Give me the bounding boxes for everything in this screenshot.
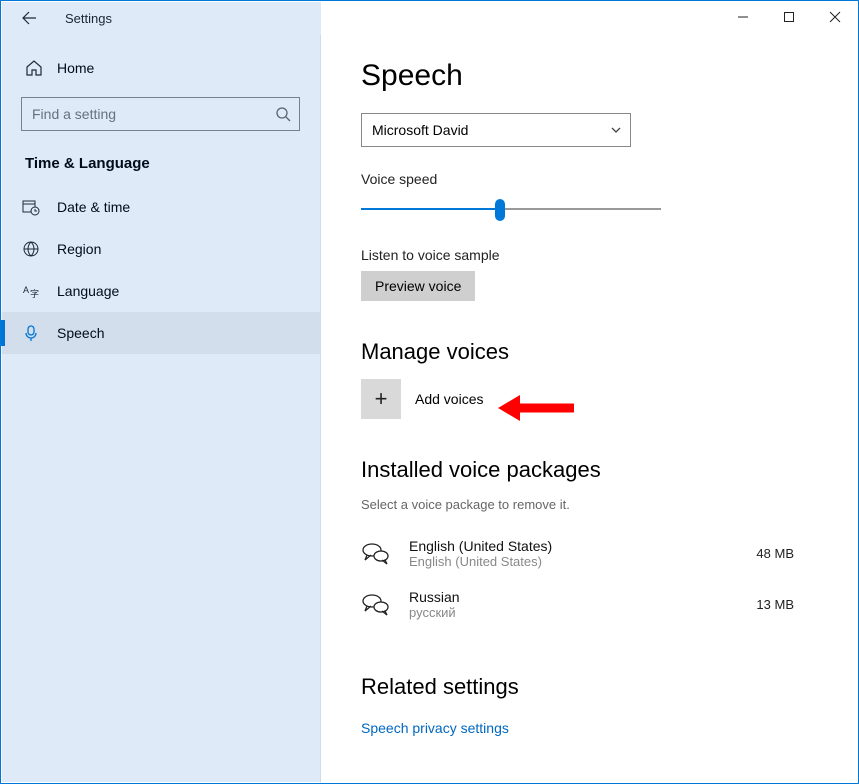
voice-speed-slider[interactable] [361,195,661,223]
search-input[interactable] [30,105,275,123]
package-native-name: English (United States) [409,554,740,569]
package-size: 48 MB [756,546,818,561]
add-voices-button[interactable]: + Add voices [361,379,818,419]
voice-package-row[interactable]: English (United States) English (United … [361,528,818,579]
package-name: English (United States) [409,538,740,554]
page-heading: Speech [361,59,818,93]
chevron-down-icon [610,124,622,136]
back-button[interactable] [13,2,45,34]
package-native-name: русский [409,605,740,620]
minimize-button[interactable] [720,1,766,33]
category-heading: Time & Language [21,149,300,186]
calendar-clock-icon [21,198,41,216]
plus-icon: + [361,379,401,419]
voice-dropdown[interactable]: Microsoft David [361,113,631,147]
svg-text:A: A [23,285,29,295]
speech-privacy-link[interactable]: Speech privacy settings [361,720,509,736]
installed-packages-heading: Installed voice packages [361,457,818,483]
listen-label: Listen to voice sample [361,247,818,263]
maximize-icon [783,11,795,23]
microphone-icon [21,324,41,342]
voice-dropdown-value: Microsoft David [372,122,468,138]
package-names: English (United States) English (United … [409,538,740,569]
sidebar-item-speech[interactable]: Speech [1,312,320,354]
home-label: Home [57,60,94,76]
package-names: Russian русский [409,589,740,620]
slider-thumb[interactable] [495,199,505,221]
settings-window: Settings Home T [0,0,859,784]
home-nav[interactable]: Home [21,49,300,87]
window-title: Settings [65,11,112,26]
sidebar-item-language[interactable]: A字 Language [1,270,320,312]
sidebar-item-region[interactable]: Region [1,228,320,270]
package-size: 13 MB [756,597,818,612]
minimize-icon [737,11,749,23]
voice-speed-label: Voice speed [361,171,818,187]
slider-track-inactive [501,208,661,210]
sidebar-item-label: Speech [57,325,104,341]
titlebar: Settings [1,1,858,35]
speech-bubble-icon [361,541,393,567]
sidebar: Home Time & Language Date & time [1,35,321,783]
sidebar-nav: Date & time Region A字 Language [1,186,320,354]
sidebar-item-label: Date & time [57,199,130,215]
arrow-left-icon [21,10,37,26]
search-box[interactable] [21,97,300,131]
speech-bubble-icon [361,592,393,618]
package-name: Russian [409,589,740,605]
sidebar-item-label: Region [57,241,101,257]
preview-voice-button[interactable]: Preview voice [361,271,475,301]
language-icon: A字 [21,282,41,300]
slider-track-active [361,208,501,210]
sidebar-item-date-time[interactable]: Date & time [1,186,320,228]
home-icon [25,59,43,77]
add-voices-label: Add voices [415,391,483,407]
voice-package-row[interactable]: Russian русский 13 MB [361,579,818,630]
installed-packages-subtext: Select a voice package to remove it. [361,497,818,512]
window-controls [720,1,858,33]
maximize-button[interactable] [766,1,812,33]
close-button[interactable] [812,1,858,33]
close-icon [829,11,841,23]
manage-voices-heading: Manage voices [361,339,818,365]
related-settings-heading: Related settings [361,674,818,700]
main-content: Speech Microsoft David Voice speed Liste… [321,35,858,783]
sidebar-item-label: Language [57,283,119,299]
svg-text:字: 字 [30,288,39,299]
search-icon [275,106,291,122]
globe-icon [21,240,41,258]
